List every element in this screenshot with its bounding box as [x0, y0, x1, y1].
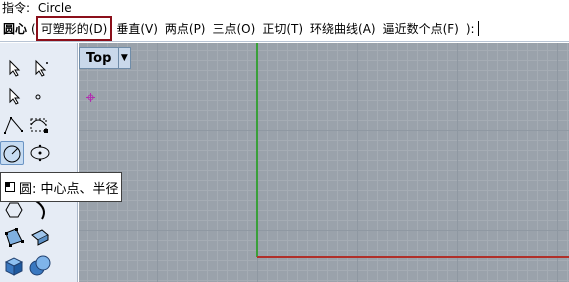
prompt-suffix: ): [465, 21, 475, 36]
select-arrow-alt-icon[interactable] [2, 85, 26, 109]
crosshair-marker-icon [86, 93, 95, 102]
surface-corner-points-icon[interactable] [2, 225, 26, 249]
option-fit-points[interactable]: 逼近数个点(F) [383, 20, 459, 37]
option-vertical[interactable]: 垂直(V) [116, 20, 158, 37]
option-tangent[interactable]: 正切(T) [262, 20, 303, 37]
mouse-button-icon [5, 182, 15, 192]
sphere-solid-icon[interactable] [28, 253, 52, 277]
polyline-icon[interactable] [2, 113, 26, 137]
option-deformable[interactable]: 可塑形的(D) [35, 16, 113, 41]
history-command: Circle [37, 1, 72, 15]
viewport-tab[interactable]: Top ▼ [79, 47, 131, 69]
command-prompt[interactable]: 圆心 ( 可塑形的(D) 垂直(V) 两点(P) 三点(O) 正切(T) 环绕曲… [0, 16, 569, 42]
tooltip-text: 圆: 中心点、半径 [19, 181, 119, 197]
select-arrow-icon[interactable] [2, 57, 26, 81]
history-label: 指令: [2, 1, 31, 15]
top-viewport[interactable]: Top ▼ [79, 43, 569, 282]
circle-center-radius-icon[interactable] [0, 141, 24, 165]
x-axis-line [257, 256, 569, 258]
curve-control-points-icon[interactable] [28, 113, 52, 137]
y-axis-line [256, 43, 258, 257]
box-solid-icon[interactable] [2, 253, 26, 277]
left-toolbar [0, 43, 78, 282]
option-around-curve[interactable]: 环绕曲线(A) [310, 20, 376, 37]
ellipse-icon[interactable] [28, 141, 52, 165]
option-two-points[interactable]: 两点(P) [165, 20, 206, 37]
prompt-name: 圆心 [3, 22, 28, 36]
extrude-surface-icon[interactable] [28, 225, 52, 249]
viewport-menu-arrow-icon[interactable]: ▼ [117, 48, 130, 68]
select-points-icon[interactable] [28, 57, 52, 81]
point-icon[interactable] [28, 85, 52, 109]
viewport-title: Top [86, 50, 112, 66]
option-three-points[interactable]: 三点(O) [213, 20, 256, 37]
text-cursor [477, 21, 479, 36]
tool-tooltip: 圆: 中心点、半径 [0, 172, 122, 202]
command-history: 指令: Circle [0, 0, 569, 16]
